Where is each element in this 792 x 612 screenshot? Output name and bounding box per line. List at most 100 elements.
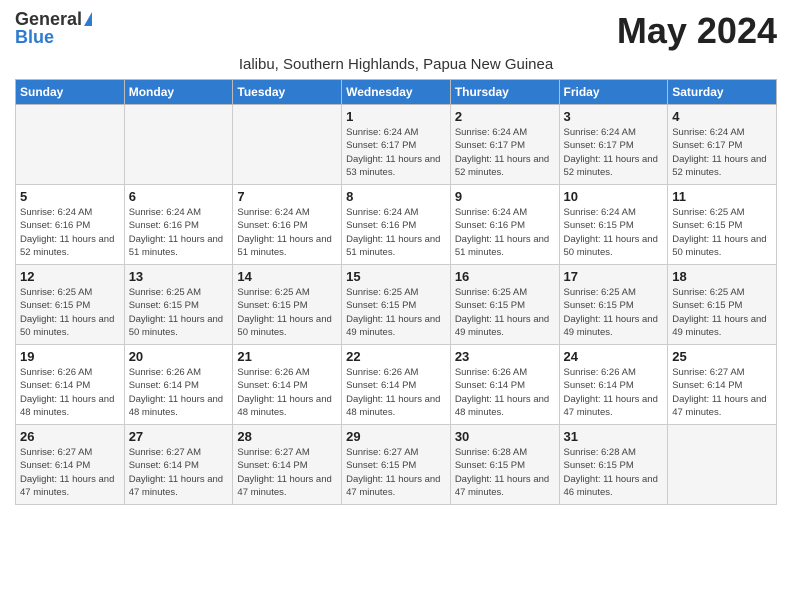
calendar-cell: 29Sunrise: 6:27 AM Sunset: 6:15 PM Dayli… [342,425,451,505]
day-info: Sunrise: 6:25 AM Sunset: 6:15 PM Dayligh… [237,286,337,339]
calendar-cell: 14Sunrise: 6:25 AM Sunset: 6:15 PM Dayli… [233,265,342,345]
calendar-body: 1 Sunrise: 6:24 AM Sunset: 6:17 PM Daylig… [16,105,777,505]
day-info: Sunrise: 6:24 AM Sunset: 6:17 PM Dayligh… [564,126,664,179]
week-row-5: 26 Sunrise: 6:27 AM Sunset: 6:14 PM Dayli… [16,425,777,505]
day-info: Sunrise: 6:27 AM Sunset: 6:14 PM Dayligh… [237,446,337,499]
day-info: Sunrise: 6:25 AM Sunset: 6:15 PM Dayligh… [20,286,120,339]
calendar-header: SundayMondayTuesdayWednesdayThursdayFrid… [16,80,777,105]
day-number: 9 [455,189,555,204]
logo-general-text: General [15,10,82,28]
day-number: 26 [20,429,120,444]
month-title: May 2024 [617,10,777,52]
day-number: 21 [237,349,337,364]
calendar-cell: 24Sunrise: 6:26 AM Sunset: 6:14 PM Dayli… [559,345,668,425]
calendar-cell: 17 Sunrise: 6:25 AM Sunset: 6:15 PM Dayli… [559,265,668,345]
day-number: 19 [20,349,120,364]
day-number: 18 [672,269,772,284]
calendar-cell: 30 Sunrise: 6:28 AM Sunset: 6:15 PM Dayli… [450,425,559,505]
day-number: 28 [237,429,337,444]
day-number: 17 [564,269,664,284]
logo-blue-text: Blue [15,28,54,46]
calendar-cell: 9 Sunrise: 6:24 AM Sunset: 6:16 PM Daylig… [450,185,559,265]
day-info: Sunrise: 6:27 AM Sunset: 6:14 PM Dayligh… [672,366,772,419]
day-info: Sunrise: 6:24 AM Sunset: 6:17 PM Dayligh… [346,126,446,179]
day-number: 11 [672,189,772,204]
location-subtitle: Ialibu, Southern Highlands, Papua New Gu… [15,56,777,73]
day-info: Sunrise: 6:24 AM Sunset: 6:16 PM Dayligh… [455,206,555,259]
day-info: Sunrise: 6:24 AM Sunset: 6:17 PM Dayligh… [672,126,772,179]
week-row-2: 5 Sunrise: 6:24 AM Sunset: 6:16 PM Daylig… [16,185,777,265]
day-number: 10 [564,189,664,204]
calendar-cell: 5Sunrise: 6:24 AM Sunset: 6:16 PM Daylig… [16,185,125,265]
calendar-cell: 18 Sunrise: 6:25 AM Sunset: 6:15 PM Dayli… [668,265,777,345]
week-row-3: 12Sunrise: 6:25 AM Sunset: 6:15 PM Dayli… [16,265,777,345]
calendar-cell: 21 Sunrise: 6:26 AM Sunset: 6:14 PM Dayli… [233,345,342,425]
day-info: Sunrise: 6:26 AM Sunset: 6:14 PM Dayligh… [20,366,120,419]
day-info: Sunrise: 6:26 AM Sunset: 6:14 PM Dayligh… [237,366,337,419]
calendar-cell: 11 Sunrise: 6:25 AM Sunset: 6:15 PM Dayli… [668,185,777,265]
day-number: 24 [564,349,664,364]
day-number: 16 [455,269,555,284]
calendar-cell: 12Sunrise: 6:25 AM Sunset: 6:15 PM Dayli… [16,265,125,345]
calendar-cell: 26Sunrise: 6:27 AM Sunset: 6:14 PM Dayli… [16,425,125,505]
calendar-cell: 8 Sunrise: 6:24 AM Sunset: 6:16 PM Daylig… [342,185,451,265]
calendar-table: SundayMondayTuesdayWednesdayThursdayFrid… [15,79,777,505]
day-info: Sunrise: 6:24 AM Sunset: 6:16 PM Dayligh… [346,206,446,259]
header-cell-sunday: Sunday [16,80,125,105]
logo-triangle-icon [84,12,92,26]
calendar-cell: 10 Sunrise: 6:24 AM Sunset: 6:15 PM Dayli… [559,185,668,265]
day-number: 8 [346,189,446,204]
day-info: Sunrise: 6:25 AM Sunset: 6:15 PM Dayligh… [672,206,772,259]
header-row: SundayMondayTuesdayWednesdayThursdayFrid… [16,80,777,105]
calendar-cell: 31 Sunrise: 6:28 AM Sunset: 6:15 PM Dayli… [559,425,668,505]
day-number: 15 [346,269,446,284]
day-number: 6 [129,189,229,204]
day-number: 22 [346,349,446,364]
page-header: General Blue May 2024 [15,10,777,52]
calendar-cell: 3 Sunrise: 6:24 AM Sunset: 6:17 PM Daylig… [559,105,668,185]
calendar-cell: 6 Sunrise: 6:24 AM Sunset: 6:16 PM Daylig… [124,185,233,265]
day-number: 13 [129,269,229,284]
header-cell-wednesday: Wednesday [342,80,451,105]
header-cell-thursday: Thursday [450,80,559,105]
logo: General Blue [15,10,92,46]
calendar-cell: 28 Sunrise: 6:27 AM Sunset: 6:14 PM Dayli… [233,425,342,505]
day-number: 31 [564,429,664,444]
day-number: 5 [20,189,120,204]
day-info: Sunrise: 6:25 AM Sunset: 6:15 PM Dayligh… [346,286,446,339]
day-info: Sunrise: 6:27 AM Sunset: 6:14 PM Dayligh… [129,446,229,499]
day-number: 2 [455,109,555,124]
day-number: 1 [346,109,446,124]
calendar-cell: 7Sunrise: 6:24 AM Sunset: 6:16 PM Daylig… [233,185,342,265]
day-number: 30 [455,429,555,444]
calendar-cell: 15 Sunrise: 6:25 AM Sunset: 6:15 PM Dayli… [342,265,451,345]
calendar-cell [668,425,777,505]
day-info: Sunrise: 6:25 AM Sunset: 6:15 PM Dayligh… [455,286,555,339]
calendar-cell: 16 Sunrise: 6:25 AM Sunset: 6:15 PM Dayli… [450,265,559,345]
day-info: Sunrise: 6:28 AM Sunset: 6:15 PM Dayligh… [455,446,555,499]
day-info: Sunrise: 6:28 AM Sunset: 6:15 PM Dayligh… [564,446,664,499]
calendar-cell: 22 Sunrise: 6:26 AM Sunset: 6:14 PM Dayli… [342,345,451,425]
header-cell-friday: Friday [559,80,668,105]
day-info: Sunrise: 6:25 AM Sunset: 6:15 PM Dayligh… [672,286,772,339]
calendar-cell: 27Sunrise: 6:27 AM Sunset: 6:14 PM Dayli… [124,425,233,505]
day-info: Sunrise: 6:24 AM Sunset: 6:15 PM Dayligh… [564,206,664,259]
calendar-cell: 2 Sunrise: 6:24 AM Sunset: 6:17 PM Daylig… [450,105,559,185]
week-row-1: 1 Sunrise: 6:24 AM Sunset: 6:17 PM Daylig… [16,105,777,185]
day-info: Sunrise: 6:25 AM Sunset: 6:15 PM Dayligh… [564,286,664,339]
day-number: 4 [672,109,772,124]
header-cell-tuesday: Tuesday [233,80,342,105]
day-number: 3 [564,109,664,124]
calendar-cell: 19 Sunrise: 6:26 AM Sunset: 6:14 PM Dayli… [16,345,125,425]
calendar-cell: 4 Sunrise: 6:24 AM Sunset: 6:17 PM Daylig… [668,105,777,185]
calendar-cell: 25 Sunrise: 6:27 AM Sunset: 6:14 PM Dayli… [668,345,777,425]
day-info: Sunrise: 6:24 AM Sunset: 6:16 PM Dayligh… [129,206,229,259]
day-info: Sunrise: 6:24 AM Sunset: 6:17 PM Dayligh… [455,126,555,179]
calendar-cell: 13Sunrise: 6:25 AM Sunset: 6:15 PM Dayli… [124,265,233,345]
calendar-cell: 1 Sunrise: 6:24 AM Sunset: 6:17 PM Daylig… [342,105,451,185]
day-info: Sunrise: 6:26 AM Sunset: 6:14 PM Dayligh… [346,366,446,419]
day-number: 25 [672,349,772,364]
calendar-cell: 20Sunrise: 6:26 AM Sunset: 6:14 PM Dayli… [124,345,233,425]
day-info: Sunrise: 6:27 AM Sunset: 6:15 PM Dayligh… [346,446,446,499]
calendar-cell [16,105,125,185]
